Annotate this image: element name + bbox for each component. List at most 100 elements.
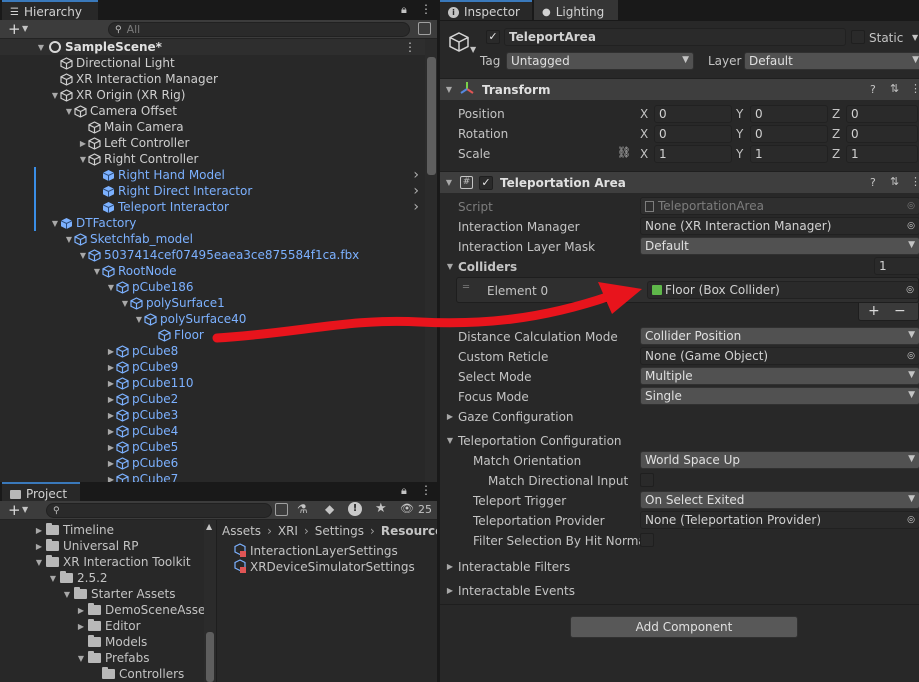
expand-arrow-icon[interactable]: ▶ [106, 443, 116, 452]
expand-arrow-icon[interactable]: ▶ [34, 526, 44, 535]
help-icon[interactable]: ? [870, 83, 876, 96]
breadcrumb-item[interactable]: XRI [278, 524, 298, 538]
hierarchy-row[interactable]: ▼ Sketchfab_model [0, 231, 425, 247]
element0-field[interactable]: Floor (Box Collider) ◎ [647, 281, 919, 299]
expand-arrow-icon[interactable]: ▼ [36, 43, 46, 52]
hierarchy-row[interactable]: ▼ 5037414cef07495eaea3ce875584f1ca.fbx [0, 247, 425, 263]
expand-arrow-icon[interactable]: ▼ [444, 85, 454, 94]
panel-menu-icon[interactable]: ⋮ [420, 2, 432, 16]
expand-arrow-icon[interactable]: ▶ [106, 347, 116, 356]
hierarchy-row[interactable]: ▼ RootNode [0, 263, 425, 279]
object-picker-icon[interactable]: ◎ [907, 515, 915, 525]
project-search-field[interactable]: ⚲ [46, 503, 272, 518]
project-folder-row[interactable]: ▶ DemoSceneAsse [0, 602, 204, 618]
create-plus-button[interactable]: + [8, 20, 21, 38]
hierarchy-row[interactable]: ▼ DTFactory [0, 215, 425, 231]
panel-splitter[interactable] [437, 0, 439, 682]
hierarchy-row[interactable]: XR Interaction Manager [0, 71, 425, 87]
expand-arrow-icon[interactable]: ▼ [445, 262, 455, 271]
object-picker-icon[interactable]: ◎ [906, 285, 914, 295]
expand-arrow-icon[interactable]: ▼ [50, 91, 60, 100]
favorite-star-icon[interactable]: ★ [375, 501, 387, 516]
hierarchy-row[interactable]: Directional Light [0, 55, 425, 71]
expand-arrow-icon[interactable]: ▼ [76, 654, 86, 663]
filter-hit-normal-checkbox[interactable] [640, 533, 654, 547]
expand-arrow-icon[interactable]: ▶ [106, 379, 116, 388]
gaze-config-foldout[interactable]: Gaze Configuration [458, 410, 574, 424]
hierarchy-row[interactable]: ▼ pCube186 [0, 279, 425, 295]
project-folder-row[interactable]: ▼ Prefabs [0, 650, 150, 666]
expand-arrow-icon[interactable]: ▶ [106, 411, 116, 420]
tab-inspector[interactable]: i Inspector [440, 0, 532, 20]
hierarchy-row[interactable]: Floor [0, 327, 425, 343]
y-axis-label[interactable]: Y [736, 127, 743, 141]
expand-arrow-icon[interactable]: ▶ [106, 427, 116, 436]
breadcrumb-item[interactable]: Assets [222, 524, 261, 538]
expand-arrow-icon[interactable]: ▼ [445, 436, 455, 445]
interaction-manager-field[interactable]: None (XR Interaction Manager) ◎ [640, 217, 919, 235]
position-x-field[interactable]: 0 [654, 105, 732, 123]
drag-handle-icon[interactable]: ═ [463, 282, 469, 293]
expand-arrow-icon[interactable]: ▶ [76, 606, 86, 615]
rotation-x-field[interactable]: 0 [654, 125, 732, 143]
object-picker-icon[interactable]: ◎ [907, 351, 915, 361]
select-mode-dropdown[interactable]: Multiple ▼ [640, 367, 919, 385]
project-tree-scrollbar-thumb[interactable] [206, 632, 214, 682]
component-menu-icon[interactable]: ⋮ [910, 175, 919, 188]
hierarchy-row[interactable]: ▼ polySurface1 [0, 295, 425, 311]
constrain-proportions-icon[interactable]: ⛓︎ [617, 146, 631, 159]
chevron-down-icon[interactable]: ▼ [470, 45, 476, 54]
teleportation-area-header[interactable]: ▼ # ✓ Teleportation Area ? ⇅ ⋮ [440, 171, 919, 193]
search-options-icon[interactable] [418, 22, 431, 35]
expand-arrow-icon[interactable]: ▼ [50, 219, 60, 228]
hierarchy-row[interactable]: ▶ pCube9 [0, 359, 425, 375]
project-create-button[interactable]: + [8, 501, 21, 519]
add-element-button[interactable]: + [868, 303, 880, 319]
expand-arrow-icon[interactable]: ▶ [34, 542, 44, 551]
object-picker-icon[interactable]: ◎ [907, 221, 915, 231]
hierarchy-search-field[interactable]: ⚲ All [108, 22, 410, 37]
breadcrumb-item[interactable]: Settings [315, 524, 364, 538]
search-by-type-icon[interactable] [275, 503, 288, 516]
expand-arrow-icon[interactable]: ▶ [76, 622, 86, 631]
project-lock-icon[interactable]: 🔒︎ [401, 484, 407, 498]
x-axis-label[interactable]: X [640, 127, 648, 141]
project-folder-row[interactable]: Controllers [0, 666, 184, 682]
open-prefab-chevron-icon[interactable]: › [413, 183, 419, 199]
project-folder-row[interactable]: Models [0, 634, 147, 650]
expand-arrow-icon[interactable]: ▼ [78, 251, 88, 260]
custom-reticle-field[interactable]: None (Game Object) ◎ [640, 347, 919, 365]
hierarchy-row[interactable]: ▼ Camera Offset [0, 103, 425, 119]
expand-arrow-icon[interactable]: ▼ [92, 267, 102, 276]
project-folder-row[interactable]: ▼ Starter Assets [0, 586, 176, 602]
hierarchy-row[interactable]: Main Camera [0, 119, 425, 135]
project-folder-row[interactable]: ▼ 2.5.2 [0, 570, 108, 586]
match-orientation-dropdown[interactable]: World Space Up ▼ [640, 451, 919, 469]
expand-arrow-icon[interactable]: ▶ [445, 412, 455, 421]
help-icon[interactable]: ? [870, 176, 876, 189]
presets-icon[interactable]: ⇅ [890, 175, 899, 188]
expand-arrow-icon[interactable]: ▶ [445, 586, 455, 595]
filter-type-icon[interactable]: ⚗ [297, 502, 308, 516]
scale-y-field[interactable]: 1 [750, 145, 828, 163]
tab-project[interactable]: Project [2, 482, 80, 502]
hierarchy-row[interactable]: ▶ pCube8 [0, 343, 425, 359]
hierarchy-row[interactable]: ▼ polySurface40 [0, 311, 425, 327]
project-tree-scrollbar[interactable]: ▲ [204, 520, 216, 682]
active-checkbox[interactable]: ✓ [486, 30, 500, 44]
static-checkbox[interactable] [851, 30, 865, 44]
hierarchy-row[interactable]: Right Hand Model › [0, 167, 425, 183]
expand-arrow-icon[interactable]: ▶ [106, 459, 116, 468]
rotation-z-field[interactable]: 0 [846, 125, 918, 143]
expand-arrow-icon[interactable]: ▼ [134, 315, 144, 324]
static-dropdown-arrow-icon[interactable]: ▼ [912, 33, 918, 42]
colliders-count-field[interactable]: 1 [874, 257, 919, 275]
distance-mode-dropdown[interactable]: Collider Position ▼ [640, 327, 919, 345]
project-folder-row[interactable]: ▼ XR Interaction Toolkit [0, 554, 191, 570]
expand-arrow-icon[interactable]: ▶ [106, 395, 116, 404]
hierarchy-row[interactable]: ▼ XR Origin (XR Rig) [0, 87, 425, 103]
x-axis-label[interactable]: X [640, 147, 648, 161]
component-enabled-checkbox[interactable]: ✓ [479, 175, 493, 190]
file-item[interactable]: InteractionLayerSettings [233, 542, 398, 559]
open-prefab-chevron-icon[interactable]: › [413, 199, 419, 215]
